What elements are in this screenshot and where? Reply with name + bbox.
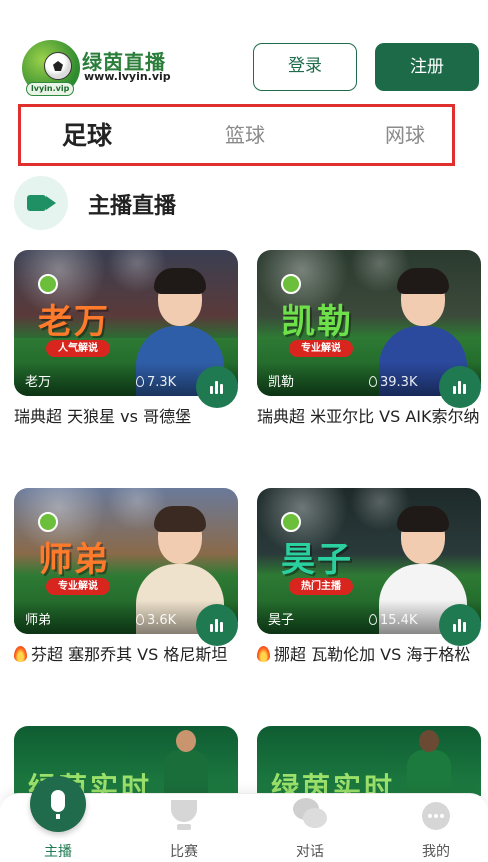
anchor-big-name: 师弟 — [38, 540, 110, 580]
teaser-text: 绿茵实时 — [271, 771, 396, 796]
tab-tennis[interactable]: 网球 — [385, 119, 425, 148]
thumbnail-logo — [38, 274, 61, 294]
anchor-name: 师弟 — [25, 613, 52, 628]
flame-icon — [136, 376, 144, 387]
logo-badge: lvyin.vip — [26, 82, 75, 96]
anchor-big-name: 老万 — [38, 302, 110, 342]
match-title[interactable]: 瑞典超 米亚尔比 VS AIK索尔纳 — [257, 406, 481, 428]
anchor-tag: 热门主播 — [289, 578, 353, 595]
flame-icon — [369, 376, 377, 387]
tab-football[interactable]: 足球 — [62, 116, 112, 152]
flame-icon — [136, 614, 144, 625]
match-title[interactable]: 芬超 塞那乔其 VS 格尼斯坦 — [14, 644, 238, 666]
video-camera-icon — [14, 176, 68, 230]
player-figure — [407, 730, 451, 796]
heat-count: 3.6K — [136, 613, 176, 628]
section-title: 主播直播 — [88, 194, 177, 219]
nav-anchors[interactable]: 主播 — [8, 776, 108, 862]
live-equalizer-icon[interactable] — [196, 604, 238, 646]
header: lvyin.vip 绿茵直播 www.lvyin.vip 登录 注册 — [0, 0, 488, 100]
match-title[interactable]: 瑞典超 天狼星 vs 哥德堡 — [14, 406, 238, 428]
anchor-tag: 专业解说 — [46, 578, 110, 595]
microphone-icon[interactable] — [30, 776, 86, 832]
register-button[interactable]: 注册 — [375, 43, 479, 91]
anchor-tag: 专业解说 — [289, 340, 353, 357]
nav-label: 我的 — [422, 844, 450, 860]
nav-chat[interactable]: 对话 — [260, 794, 360, 862]
nav-label: 主播 — [44, 844, 72, 860]
player-figure — [164, 730, 208, 796]
live-equalizer-icon[interactable] — [439, 366, 481, 408]
live-equalizer-icon[interactable] — [196, 366, 238, 408]
anchor-tag: 人气解说 — [46, 340, 110, 357]
anchor-big-name: 昊子 — [281, 540, 353, 580]
bottom-nav: 主播 比赛 对话 我的 — [0, 776, 488, 862]
heat-count: 15.4K — [369, 613, 417, 628]
stream-card[interactable]: 昊子 热门主播 昊子 15.4K 挪超 瓦勒伦加 VS 海于格松 — [257, 488, 481, 666]
brand-logo[interactable]: lvyin.vip 绿茵直播 www.lvyin.vip — [22, 40, 172, 96]
thumbnail-logo — [281, 274, 304, 294]
stream-card[interactable]: 老万 人气解说 老万 7.3K 瑞典超 天狼星 vs 哥德堡 — [14, 250, 238, 428]
logo-url: www.lvyin.vip — [84, 70, 171, 83]
stream-card[interactable]: 师弟 专业解说 师弟 3.6K 芬超 塞那乔其 VS 格尼斯坦 — [14, 488, 238, 666]
nav-profile[interactable]: 我的 — [386, 794, 486, 862]
match-title[interactable]: 挪超 瓦勒伦加 VS 海于格松 — [257, 644, 481, 666]
stream-card[interactable]: 凯勒 专业解说 凯勒 39.3K 瑞典超 米亚尔比 VS AIK索尔纳 — [257, 250, 481, 428]
trophy-icon — [171, 800, 197, 822]
fire-icon — [257, 646, 270, 662]
fire-icon — [14, 646, 27, 662]
thumbnail-logo — [38, 512, 61, 532]
nav-label: 比赛 — [170, 844, 198, 860]
nav-matches[interactable]: 比赛 — [134, 794, 234, 862]
stream-card-partial[interactable]: 绿茵实时 — [257, 726, 481, 796]
anchor-name: 老万 — [25, 375, 52, 390]
heat-count: 39.3K — [369, 375, 417, 390]
heat-count: 7.3K — [136, 375, 176, 390]
live-equalizer-icon[interactable] — [439, 604, 481, 646]
anchor-name: 昊子 — [268, 613, 295, 628]
sport-tabs: 足球 篮球 网球 — [18, 104, 455, 166]
flame-icon — [369, 614, 377, 625]
thumbnail-logo — [281, 512, 304, 532]
nav-label: 对话 — [296, 844, 324, 860]
app-page: lvyin.vip 绿茵直播 www.lvyin.vip 登录 注册 足球 篮球… — [0, 0, 488, 862]
login-button[interactable]: 登录 — [253, 43, 357, 91]
anchor-name: 凯勒 — [268, 375, 295, 390]
tab-basketball[interactable]: 篮球 — [225, 119, 265, 148]
anchor-big-name: 凯勒 — [281, 302, 353, 342]
more-dots-icon — [422, 802, 450, 830]
